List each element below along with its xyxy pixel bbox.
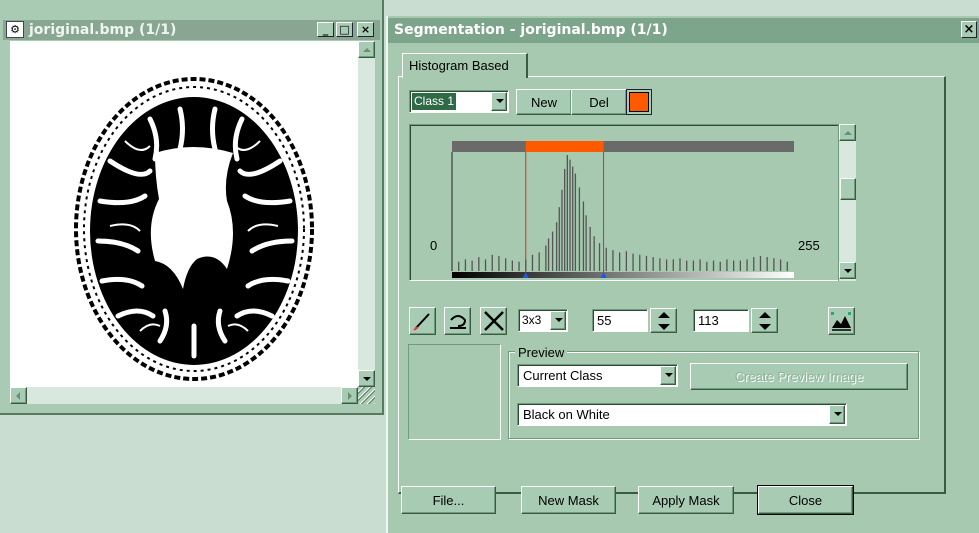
scroll-thumb[interactable]	[840, 178, 856, 200]
intensity-gradient-strip	[452, 272, 794, 278]
spinner-down-icon[interactable]	[752, 321, 779, 333]
spinner-down-icon[interactable]	[651, 321, 678, 333]
preview-render-select[interactable]: Black on White	[517, 403, 847, 426]
maximize-button[interactable]: □	[336, 22, 353, 37]
histogram-selected-range	[525, 141, 604, 152]
bitmap-document-icon: ⚙	[6, 21, 24, 38]
resize-grip-icon[interactable]	[358, 387, 375, 404]
auto-threshold-button[interactable]	[828, 307, 855, 335]
minimize-button[interactable]: _	[317, 22, 334, 37]
chevron-down-icon[interactable]	[829, 405, 845, 424]
pencil-icon	[413, 313, 430, 331]
preview-mode-value: Current Class	[523, 368, 603, 383]
lasso-undo-icon	[450, 315, 467, 329]
chevron-down-icon[interactable]	[491, 92, 507, 111]
image-horizontal-scrollbar[interactable]	[10, 387, 358, 404]
image-vertical-scrollbar[interactable]	[358, 41, 375, 387]
histogram-min-label: 0	[430, 238, 437, 253]
histogram-range-track	[452, 141, 794, 152]
close-icon[interactable]: ×	[961, 21, 977, 38]
scroll-up-arrow-icon[interactable]	[358, 41, 375, 58]
histogram-max-label: 255	[798, 238, 820, 253]
histogram-chart[interactable]: 0 255	[410, 125, 838, 280]
chevron-down-icon[interactable]	[550, 311, 566, 330]
file-button[interactable]: File...	[401, 486, 496, 514]
create-preview-image-button[interactable]: Create Preview Image	[690, 363, 908, 390]
scroll-down-arrow-icon[interactable]	[839, 262, 856, 279]
histogram-scrollbar[interactable]	[838, 124, 856, 281]
image-window-titlebar[interactable]: ⚙ joriginal.bmp (1/1) _ □ ×	[3, 20, 380, 40]
brain-mri-segmented-image[interactable]	[10, 41, 358, 387]
scroll-down-arrow-icon[interactable]	[358, 370, 375, 387]
close-button[interactable]: Close	[757, 485, 854, 515]
low-threshold-input[interactable]: 55	[592, 309, 648, 332]
new-mask-button[interactable]: New Mask	[521, 486, 616, 514]
low-threshold-spinner[interactable]	[650, 308, 677, 333]
tab-histogram-based[interactable]: Histogram Based	[402, 53, 528, 78]
create-preview-label: Create Preview Image	[734, 369, 864, 384]
high-threshold-value: 113	[698, 313, 719, 328]
close-window-button[interactable]: ×	[357, 22, 374, 37]
class-select-value: Class 1	[412, 93, 457, 110]
kernel-size-select[interactable]: 3x3	[518, 309, 568, 332]
preview-legend: Preview	[515, 345, 568, 360]
image-window: ⚙ joriginal.bmp (1/1) _ □ ×	[0, 0, 384, 415]
image-window-title: joriginal.bmp (1/1)	[29, 22, 177, 38]
new-class-button[interactable]: New	[516, 89, 572, 115]
spinner-up-icon[interactable]	[651, 309, 678, 321]
apply-mask-button[interactable]: Apply Mask	[638, 486, 734, 514]
class-color-button[interactable]	[626, 89, 652, 115]
histogram-peak-icon	[831, 312, 851, 331]
high-threshold-spinner[interactable]	[751, 308, 778, 333]
cross-icon	[484, 311, 504, 331]
delete-class-button[interactable]: Del	[571, 89, 627, 115]
low-threshold-value: 55	[597, 313, 612, 328]
scroll-right-arrow-icon[interactable]	[341, 387, 358, 404]
pencil-tool-button[interactable]	[409, 307, 436, 335]
brain-image	[10, 41, 358, 387]
scroll-up-arrow-icon[interactable]	[839, 124, 856, 141]
high-threshold-input[interactable]: 113	[693, 309, 749, 332]
segmentation-window: Segmentation - joriginal.bmp (1/1) × His…	[386, 16, 979, 533]
class-color-swatch	[629, 92, 649, 112]
class-select[interactable]: Class 1	[409, 90, 509, 113]
spinner-up-icon[interactable]	[752, 309, 779, 321]
preview-thumbnail	[408, 344, 501, 440]
scroll-left-arrow-icon[interactable]	[10, 387, 27, 404]
kernel-size-value: 3x3	[522, 313, 542, 327]
segmentation-title: Segmentation - joriginal.bmp (1/1)	[394, 22, 668, 38]
clear-tool-button[interactable]	[480, 307, 507, 335]
preview-render-value: Black on White	[523, 407, 610, 422]
segmentation-titlebar[interactable]: Segmentation - joriginal.bmp (1/1) ×	[388, 18, 979, 43]
lasso-tool-button[interactable]	[444, 307, 471, 335]
chevron-down-icon[interactable]	[660, 366, 676, 385]
preview-mode-select[interactable]: Current Class	[517, 364, 678, 387]
